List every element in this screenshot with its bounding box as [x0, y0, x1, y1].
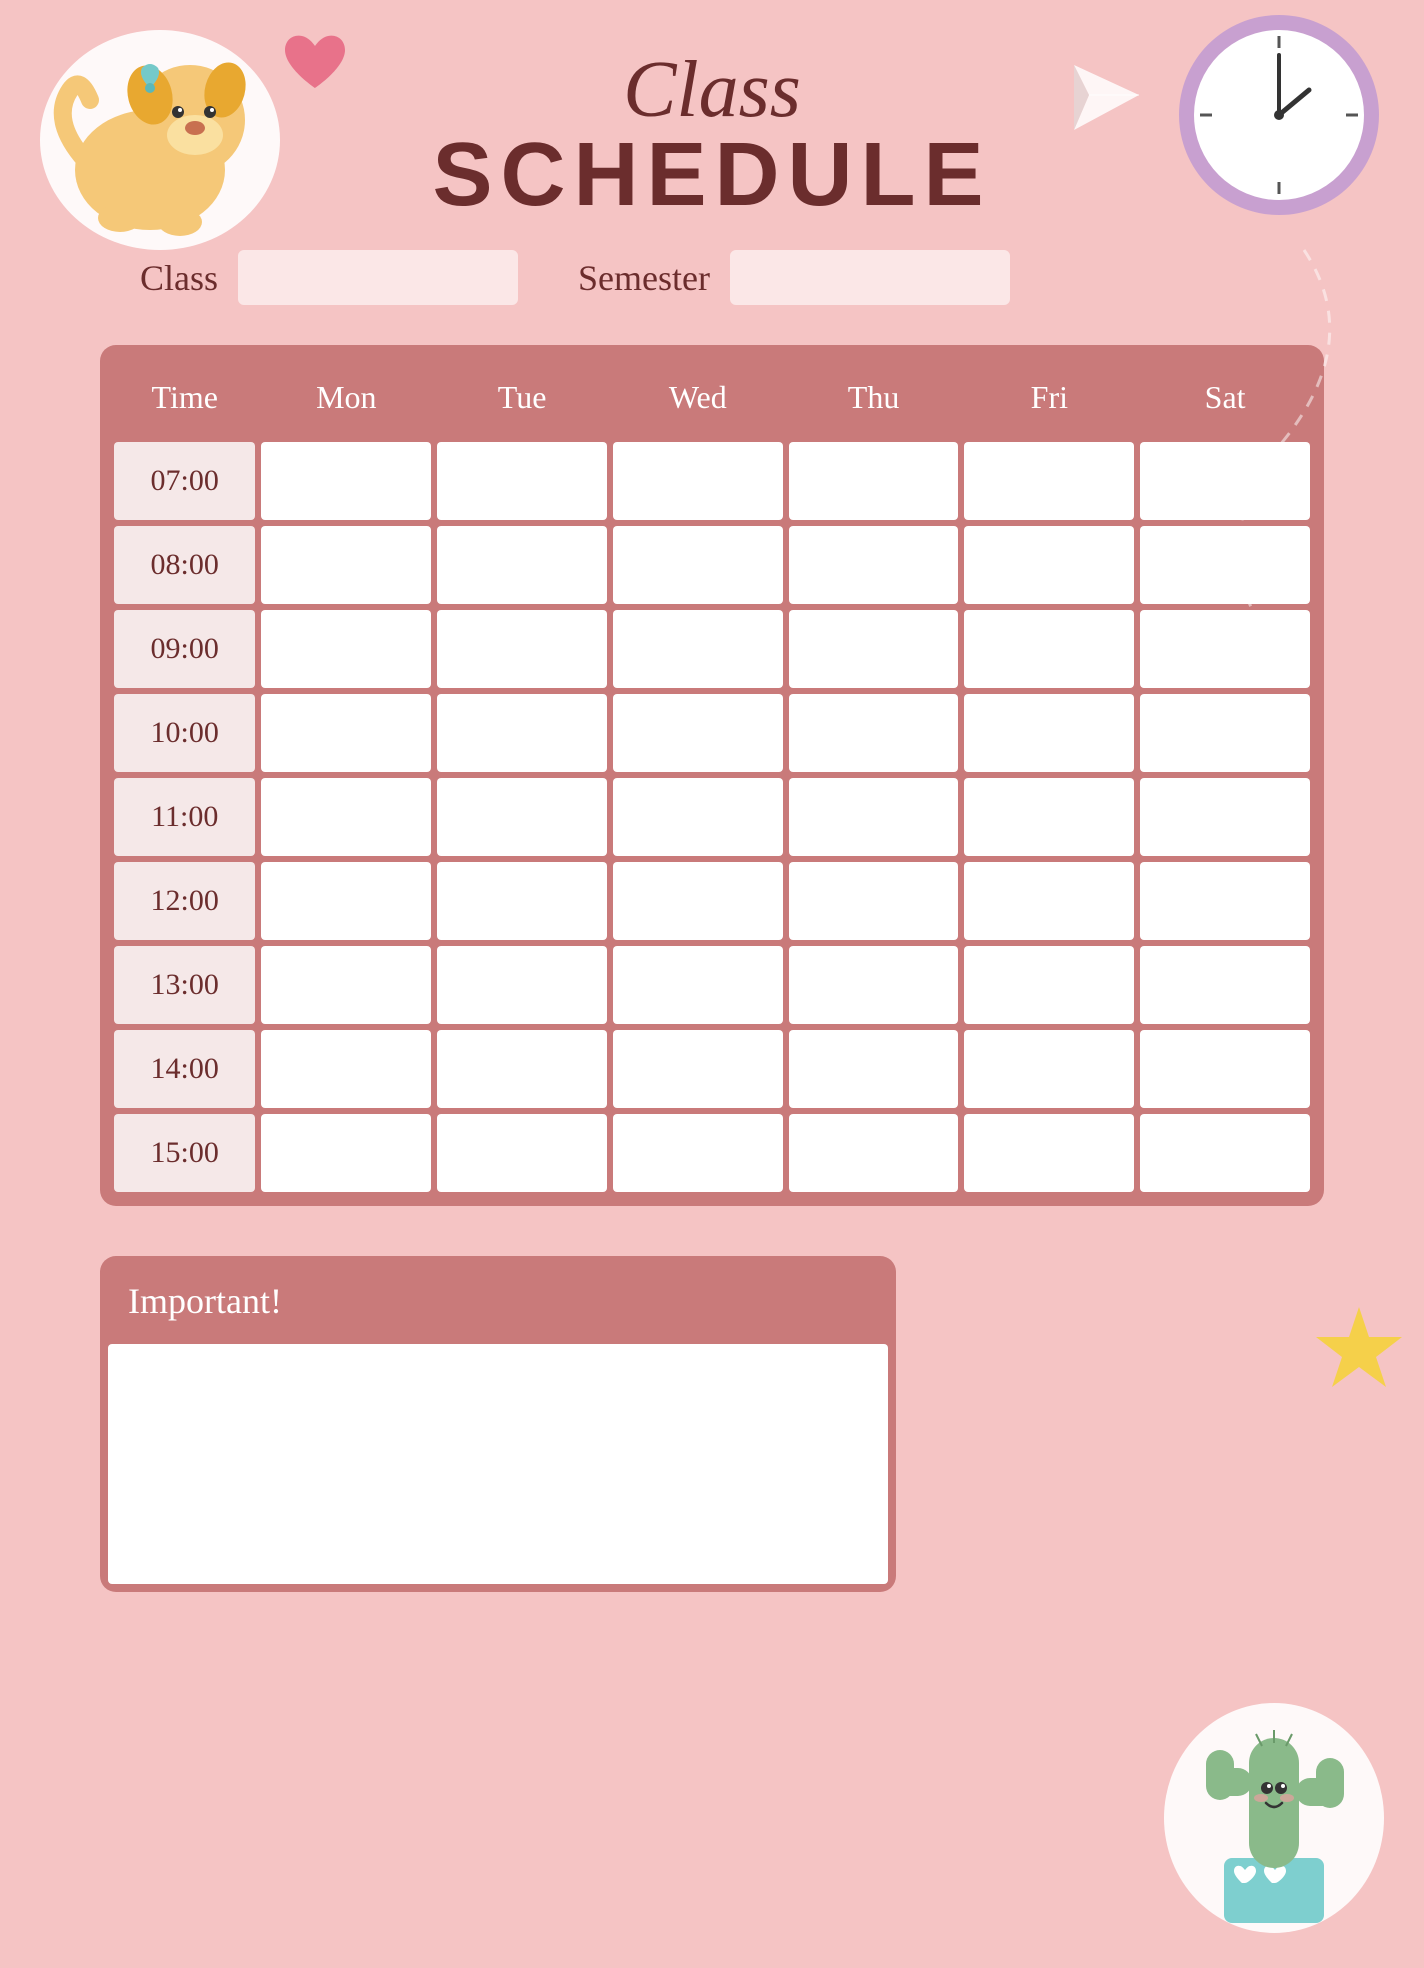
schedule-cell[interactable] — [261, 946, 431, 1024]
schedule-cell[interactable] — [613, 862, 783, 940]
col-header-thu: Thu — [789, 359, 959, 436]
col-header-wed: Wed — [613, 359, 783, 436]
schedule-cell[interactable] — [437, 526, 607, 604]
time-cell: 10:00 — [114, 694, 255, 772]
semester-input[interactable] — [730, 250, 1010, 305]
class-label: Class — [140, 257, 218, 299]
schedule-cell[interactable] — [1140, 1030, 1310, 1108]
schedule-cell[interactable] — [613, 526, 783, 604]
table-row: 11:00 — [114, 778, 1310, 856]
col-header-tue: Tue — [437, 359, 607, 436]
schedule-cell[interactable] — [789, 442, 959, 520]
schedule-cell[interactable] — [613, 1114, 783, 1192]
table-row: 12:00 — [114, 862, 1310, 940]
schedule-cell[interactable] — [789, 694, 959, 772]
table-header-row: Time Mon Tue Wed Thu Fri Sat — [114, 359, 1310, 436]
schedule-cell[interactable] — [437, 1030, 607, 1108]
time-cell: 07:00 — [114, 442, 255, 520]
page: Class SCHEDULE Class Semester Time Mon T… — [0, 0, 1424, 1968]
time-cell: 15:00 — [114, 1114, 255, 1192]
important-body[interactable] — [108, 1344, 888, 1584]
schedule-cell[interactable] — [964, 442, 1134, 520]
dash-curve-decoration — [1184, 240, 1344, 640]
table-row: 14:00 — [114, 1030, 1310, 1108]
table-row: 08:00 — [114, 526, 1310, 604]
schedule-cell[interactable] — [964, 610, 1134, 688]
schedule-cell[interactable] — [1140, 778, 1310, 856]
schedule-cell[interactable] — [613, 1030, 783, 1108]
table-row: 07:00 — [114, 442, 1310, 520]
schedule-cell[interactable] — [437, 862, 607, 940]
table-row: 10:00 — [114, 694, 1310, 772]
schedule-cell[interactable] — [261, 442, 431, 520]
schedule-cell[interactable] — [613, 442, 783, 520]
schedule-cell[interactable] — [964, 946, 1134, 1024]
schedule-cell[interactable] — [437, 694, 607, 772]
important-label: Important! — [128, 1281, 282, 1321]
schedule-cell[interactable] — [613, 694, 783, 772]
schedule-cell[interactable] — [789, 526, 959, 604]
table-row: 09:00 — [114, 610, 1310, 688]
schedule-cell[interactable] — [789, 946, 959, 1024]
schedule-cell[interactable] — [1140, 946, 1310, 1024]
schedule-cell[interactable] — [437, 442, 607, 520]
page-header: Class SCHEDULE — [100, 50, 1324, 220]
col-header-mon: Mon — [261, 359, 431, 436]
time-cell: 11:00 — [114, 778, 255, 856]
time-cell: 12:00 — [114, 862, 255, 940]
schedule-cell[interactable] — [261, 694, 431, 772]
important-section-wrapper: Important! — [100, 1256, 1324, 1592]
schedule-cell[interactable] — [437, 1114, 607, 1192]
schedule-cell[interactable] — [613, 778, 783, 856]
schedule-cell[interactable] — [964, 778, 1134, 856]
semester-label: Semester — [578, 257, 710, 299]
schedule-cell[interactable] — [613, 946, 783, 1024]
schedule-cell[interactable] — [789, 778, 959, 856]
time-cell: 09:00 — [114, 610, 255, 688]
schedule-container: Time Mon Tue Wed Thu Fri Sat 07:0008:000… — [100, 345, 1324, 1206]
schedule-cell[interactable] — [437, 778, 607, 856]
schedule-cell[interactable] — [261, 610, 431, 688]
schedule-cell[interactable] — [964, 862, 1134, 940]
schedule-cell[interactable] — [261, 1114, 431, 1192]
schedule-cell[interactable] — [261, 862, 431, 940]
cactus-decoration — [1154, 1618, 1394, 1938]
schedule-cell[interactable] — [964, 1114, 1134, 1192]
schedule-cell[interactable] — [964, 694, 1134, 772]
schedule-cell[interactable] — [789, 1030, 959, 1108]
schedule-cell[interactable] — [789, 862, 959, 940]
important-container: Important! — [100, 1256, 896, 1592]
schedule-cell[interactable] — [437, 946, 607, 1024]
time-cell: 14:00 — [114, 1030, 255, 1108]
schedule-cell[interactable] — [1140, 694, 1310, 772]
schedule-cell[interactable] — [964, 526, 1134, 604]
schedule-table: Time Mon Tue Wed Thu Fri Sat 07:0008:000… — [108, 353, 1316, 1198]
schedule-cell[interactable] — [964, 1030, 1134, 1108]
title-class: Class — [100, 50, 1324, 130]
schedule-cell[interactable] — [261, 778, 431, 856]
schedule-cell[interactable] — [789, 1114, 959, 1192]
schedule-cell[interactable] — [437, 610, 607, 688]
semester-field: Semester — [578, 250, 1010, 305]
important-header: Important! — [108, 1264, 888, 1338]
schedule-cell[interactable] — [261, 526, 431, 604]
schedule-cell[interactable] — [789, 610, 959, 688]
time-cell: 08:00 — [114, 526, 255, 604]
table-row: 15:00 — [114, 1114, 1310, 1192]
time-cell: 13:00 — [114, 946, 255, 1024]
table-row: 13:00 — [114, 946, 1310, 1024]
schedule-cell[interactable] — [1140, 862, 1310, 940]
schedule-cell[interactable] — [613, 610, 783, 688]
col-header-fri: Fri — [964, 359, 1134, 436]
star-decoration — [1314, 1302, 1404, 1392]
schedule-cell[interactable] — [261, 1030, 431, 1108]
col-header-time: Time — [114, 359, 255, 436]
title-schedule: SCHEDULE — [100, 130, 1324, 220]
schedule-cell[interactable] — [1140, 1114, 1310, 1192]
